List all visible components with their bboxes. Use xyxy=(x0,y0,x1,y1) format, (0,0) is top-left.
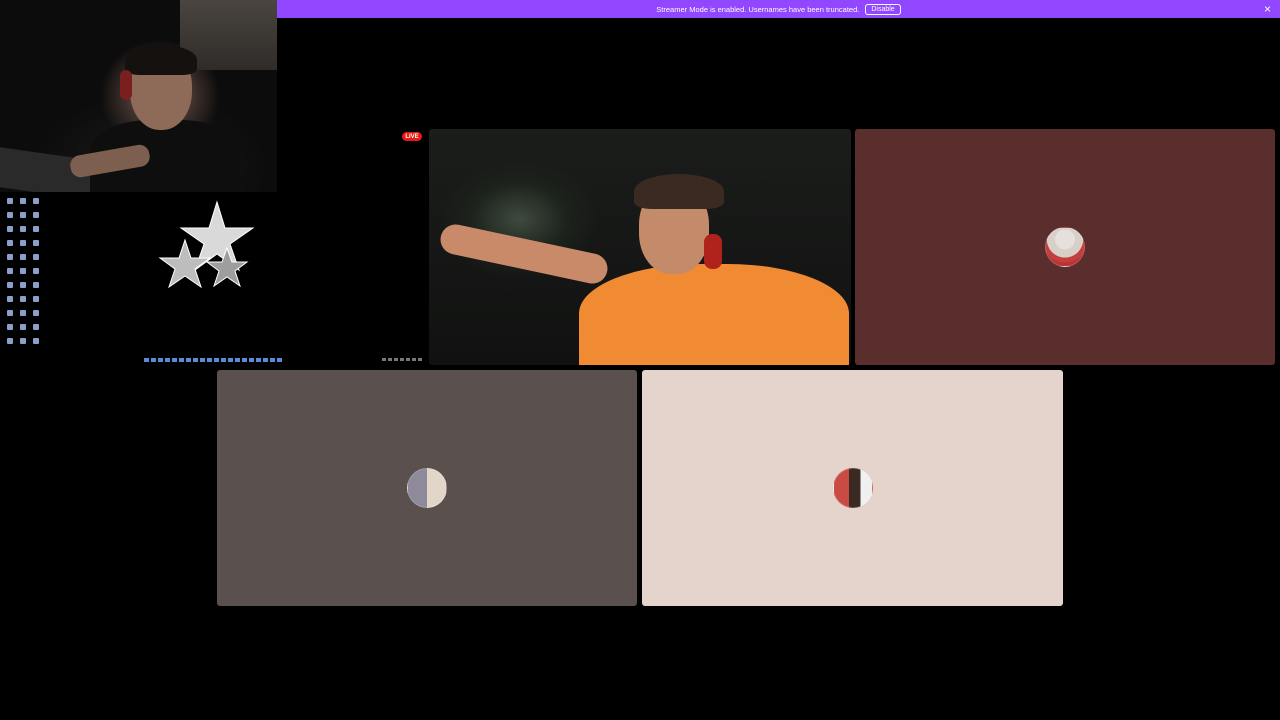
couple-photo-avatar xyxy=(832,468,873,508)
streamer-mode-message: Streamer Mode is enabled. Usernames have… xyxy=(656,4,860,14)
desktop-icon[interactable] xyxy=(7,310,13,316)
desktop-icon[interactable] xyxy=(33,296,39,302)
streamer-mode-banner: Streamer Mode is enabled. Usernames have… xyxy=(277,0,1280,18)
participant-tile-3[interactable] xyxy=(642,370,1063,606)
desktop-icon[interactable] xyxy=(20,282,26,288)
tray-icon[interactable] xyxy=(394,358,398,361)
desktop-icon[interactable] xyxy=(7,226,13,232)
live-badge: LIVE xyxy=(402,132,422,141)
desktop-icon[interactable] xyxy=(7,268,13,274)
person-arm xyxy=(437,221,611,287)
desktop-icon[interactable] xyxy=(20,254,26,260)
tray-icon[interactable] xyxy=(382,358,386,361)
participant-tile-1[interactable] xyxy=(855,129,1275,365)
taskbar-icon[interactable] xyxy=(165,358,170,362)
taskbar-icon[interactable] xyxy=(270,358,275,362)
person-body xyxy=(579,264,849,365)
tray-icon[interactable] xyxy=(388,358,392,361)
taskbar-icon[interactable] xyxy=(186,358,191,362)
desktop-icon[interactable] xyxy=(33,310,39,316)
couple-photo-avatar xyxy=(407,468,447,508)
taskbar-icon[interactable] xyxy=(151,358,156,362)
facecam-person-hair xyxy=(125,45,197,75)
desktop-icon[interactable] xyxy=(33,338,39,344)
taskbar-icon[interactable] xyxy=(179,358,184,362)
close-icon[interactable]: × xyxy=(1264,2,1271,16)
desktop-icon[interactable] xyxy=(33,198,39,204)
desktop-icon[interactable] xyxy=(7,254,13,260)
taskbar xyxy=(144,358,286,363)
desktop-icon[interactable] xyxy=(20,212,26,218)
tray-icon[interactable] xyxy=(412,358,416,361)
taskbar-icon[interactable] xyxy=(228,358,233,362)
headset-icon xyxy=(704,234,722,269)
taskbar-icon[interactable] xyxy=(200,358,205,362)
system-tray xyxy=(382,358,424,363)
desktop-icon[interactable] xyxy=(20,310,26,316)
taskbar-icon[interactable] xyxy=(158,358,163,362)
taskbar-icon[interactable] xyxy=(256,358,261,362)
star-logo-icon xyxy=(158,200,255,289)
headset-icon xyxy=(120,70,132,100)
person-hair xyxy=(634,174,724,209)
taskbar-icon[interactable] xyxy=(221,358,226,362)
desktop-icon[interactable] xyxy=(20,240,26,246)
desktop-icon[interactable] xyxy=(7,338,13,344)
desktop-icon[interactable] xyxy=(20,324,26,330)
desktop-icon[interactable] xyxy=(7,212,13,218)
participant-tile-2[interactable] xyxy=(217,370,637,606)
desktop-icon[interactable] xyxy=(33,268,39,274)
desktop-icon[interactable] xyxy=(20,296,26,302)
taskbar-icon[interactable] xyxy=(242,358,247,362)
taskbar-icon[interactable] xyxy=(235,358,240,362)
disable-streamer-mode-button[interactable]: Disable xyxy=(865,3,901,15)
desktop-icon[interactable] xyxy=(33,212,39,218)
desktop-icon[interactable] xyxy=(20,268,26,274)
video-tile-main[interactable] xyxy=(429,129,851,365)
desktop-icon[interactable] xyxy=(20,226,26,232)
taskbar-icon[interactable] xyxy=(277,358,282,362)
taskbar-icon[interactable] xyxy=(144,358,149,362)
desktop-icon[interactable] xyxy=(33,254,39,260)
desktop-icons xyxy=(4,197,42,351)
desktop-icon[interactable] xyxy=(7,198,13,204)
desktop-icon[interactable] xyxy=(7,240,13,246)
streamer-facecam xyxy=(0,0,277,192)
desktop-icon[interactable] xyxy=(33,226,39,232)
taskbar-icon[interactable] xyxy=(214,358,219,362)
taskbar-icon[interactable] xyxy=(193,358,198,362)
desktop-icon[interactable] xyxy=(20,198,26,204)
taskbar-icon[interactable] xyxy=(249,358,254,362)
desktop-icon[interactable] xyxy=(33,324,39,330)
taskbar-icon[interactable] xyxy=(172,358,177,362)
tray-icon[interactable] xyxy=(418,358,422,361)
taskbar-icon[interactable] xyxy=(207,358,212,362)
cowboy-hat-avatar xyxy=(1045,227,1085,267)
desktop-icon[interactable] xyxy=(33,282,39,288)
taskbar-icon[interactable] xyxy=(263,358,268,362)
desktop-icon[interactable] xyxy=(7,324,13,330)
desktop-icon[interactable] xyxy=(20,338,26,344)
desktop-icon[interactable] xyxy=(33,240,39,246)
desktop-screen-share xyxy=(0,192,428,365)
tray-icon[interactable] xyxy=(400,358,404,361)
desktop-icon[interactable] xyxy=(7,282,13,288)
tray-icon[interactable] xyxy=(406,358,410,361)
desktop-icon[interactable] xyxy=(7,296,13,302)
